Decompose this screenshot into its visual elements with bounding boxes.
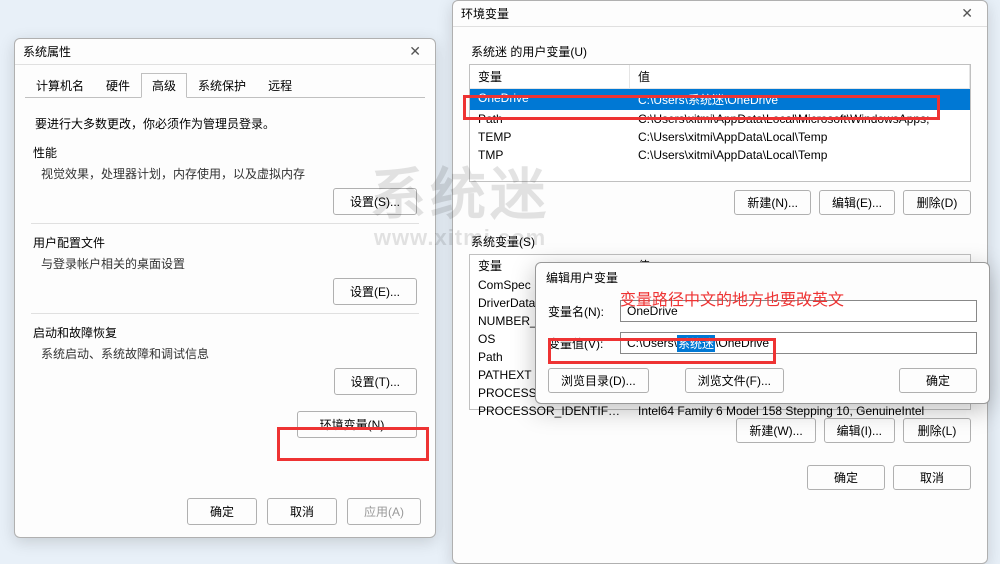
perf-sub: 视觉效果，处理器计划，内存使用，以及虚拟内存: [41, 165, 417, 182]
profiles-title: 用户配置文件: [33, 234, 417, 251]
list-row[interactable]: TMPC:\Users\xitmi\AppData\Local\Temp: [470, 146, 970, 164]
user-vars-label: 系统迷 的用户变量(U): [471, 43, 969, 60]
edit-user-variable-dialog: 编辑用户变量 变量名(N): OneDrive 变量值(V): C:\Users…: [535, 262, 990, 404]
startup-settings-button[interactable]: 设置(T)...: [334, 368, 417, 395]
profiles-settings-button[interactable]: 设置(E)...: [333, 278, 417, 305]
browse-file-button[interactable]: 浏览文件(F)...: [685, 368, 784, 393]
sysprops-apply-button[interactable]: 应用(A): [347, 498, 421, 525]
tab-advanced[interactable]: 高级: [141, 73, 187, 98]
close-icon[interactable]: ✕: [955, 5, 979, 22]
close-icon[interactable]: ✕: [403, 43, 427, 60]
tab-hardware[interactable]: 硬件: [95, 73, 141, 98]
var-name-label: 变量名(N):: [548, 303, 620, 320]
sys-edit-button[interactable]: 编辑(I)...: [824, 418, 895, 443]
list-row[interactable]: OneDriveC:\Users\系统迷\OneDrive: [470, 89, 970, 110]
envvars-title: 环境变量: [461, 5, 955, 22]
startup-title: 启动和故障恢复: [33, 324, 417, 341]
sysprops-titlebar: 系统属性 ✕: [15, 39, 435, 65]
sys-delete-button[interactable]: 删除(L): [903, 418, 971, 443]
envvars-titlebar: 环境变量 ✕: [453, 1, 987, 27]
list-row[interactable]: TEMPC:\Users\xitmi\AppData\Local\Temp: [470, 128, 970, 146]
admin-note: 要进行大多数更改，你必须作为管理员登录。: [35, 115, 415, 132]
perf-settings-button[interactable]: 设置(S)...: [333, 188, 417, 215]
list-row[interactable]: PathC:\Users\xitmi\AppData\Local\Microso…: [470, 110, 970, 128]
tab-remote[interactable]: 远程: [257, 73, 303, 98]
var-value-label: 变量值(V):: [548, 335, 620, 352]
startup-sub: 系统启动、系统故障和调试信息: [41, 345, 417, 362]
envvars-ok-button[interactable]: 确定: [807, 465, 885, 490]
sysprops-cancel-button[interactable]: 取消: [267, 498, 337, 525]
sys-vars-label: 系统变量(S): [471, 233, 969, 250]
env-vars-button[interactable]: 环境变量(N)...: [297, 411, 417, 438]
user-vars-list[interactable]: 变量 值 OneDriveC:\Users\系统迷\OneDrive PathC…: [469, 64, 971, 182]
list-header: 变量 值: [470, 65, 970, 89]
tab-computer-name[interactable]: 计算机名: [25, 73, 95, 98]
annotation-text: 变量路径中文的地方也要改英文: [620, 286, 844, 310]
list-row[interactable]: PROCESSOR_IDENTIFIERIntel64 Family 6 Mod…: [470, 402, 970, 420]
sysprops-title: 系统属性: [23, 43, 403, 60]
envvars-cancel-button[interactable]: 取消: [893, 465, 971, 490]
user-new-button[interactable]: 新建(N)...: [734, 190, 811, 215]
sysprops-ok-button[interactable]: 确定: [187, 498, 257, 525]
user-delete-button[interactable]: 删除(D): [903, 190, 971, 215]
system-properties-window: 系统属性 ✕ 计算机名 硬件 高级 系统保护 远程 要进行大多数更改，你必须作为…: [14, 38, 436, 538]
tab-system-protection[interactable]: 系统保护: [187, 73, 257, 98]
editdlg-ok-button[interactable]: 确定: [899, 368, 977, 393]
sys-new-button[interactable]: 新建(W)...: [736, 418, 815, 443]
profiles-sub: 与登录帐户相关的桌面设置: [41, 255, 417, 272]
var-value-input[interactable]: C:\Users\系统迷\OneDrive: [620, 332, 977, 354]
user-edit-button[interactable]: 编辑(E)...: [819, 190, 895, 215]
browse-dir-button[interactable]: 浏览目录(D)...: [548, 368, 649, 393]
sysprops-tabs: 计算机名 硬件 高级 系统保护 远程: [15, 65, 435, 98]
perf-title: 性能: [33, 144, 417, 161]
editdlg-title: 编辑用户变量: [536, 263, 989, 286]
